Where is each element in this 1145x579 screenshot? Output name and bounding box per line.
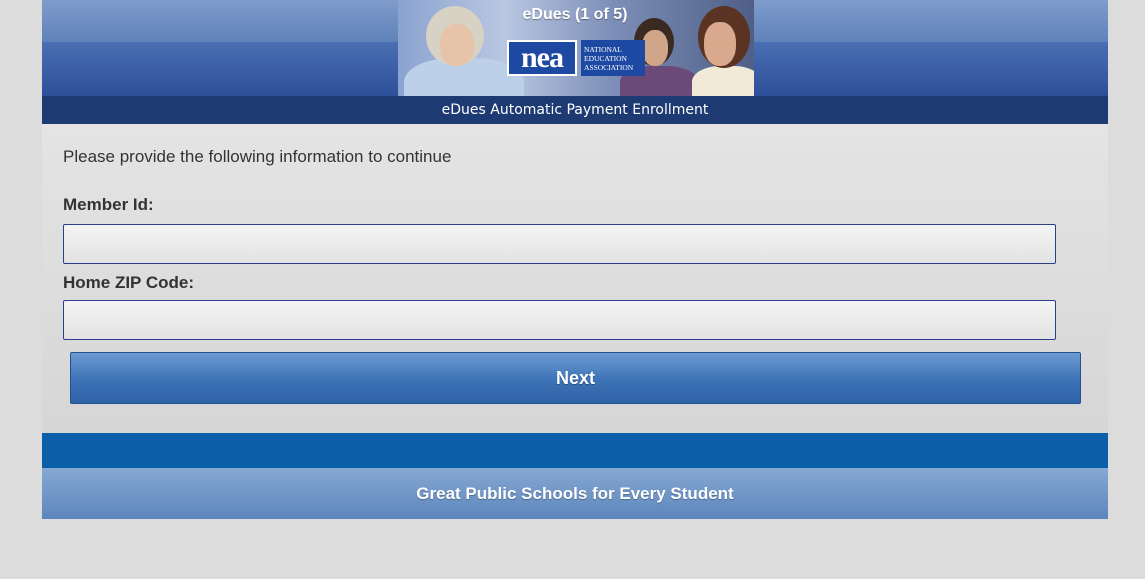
- page-subtitle: eDues Automatic Payment Enrollment: [42, 96, 1108, 124]
- header-banner: eDues (1 of 5) nea NATIONAL EDUCATION AS…: [42, 0, 1108, 96]
- nea-logo-mark: nea: [507, 40, 577, 76]
- form-intro: Please provide the following information…: [63, 147, 452, 166]
- logo-word-3: ASSOCIATION: [584, 62, 634, 72]
- nea-logo-words: NATIONAL EDUCATION ASSOCIATION: [581, 40, 645, 76]
- next-button[interactable]: Next: [70, 352, 1081, 404]
- member-id-label: Member Id:: [63, 195, 154, 214]
- member-id-input[interactable]: [63, 224, 1056, 264]
- footer-tagline: Great Public Schools for Every Student: [42, 468, 1108, 519]
- photo-person-2-face: [642, 30, 668, 66]
- zip-code-input[interactable]: [63, 300, 1056, 340]
- logo-word-1: NATIONAL: [584, 44, 622, 54]
- photo-person-3-body: [692, 66, 754, 96]
- nea-logo: nea NATIONAL EDUCATION ASSOCIATION: [507, 40, 645, 76]
- logo-word-2: EDUCATION: [584, 53, 627, 63]
- photo-person-3-face: [704, 22, 736, 66]
- zip-code-label: Home ZIP Code:: [63, 273, 194, 292]
- step-title: eDues (1 of 5): [522, 6, 628, 23]
- app-container: eDues (1 of 5) nea NATIONAL EDUCATION AS…: [42, 0, 1108, 519]
- photo-person-1-face: [440, 24, 474, 66]
- footer-bar: [42, 433, 1108, 468]
- enrollment-form: Please provide the following information…: [42, 124, 1108, 433]
